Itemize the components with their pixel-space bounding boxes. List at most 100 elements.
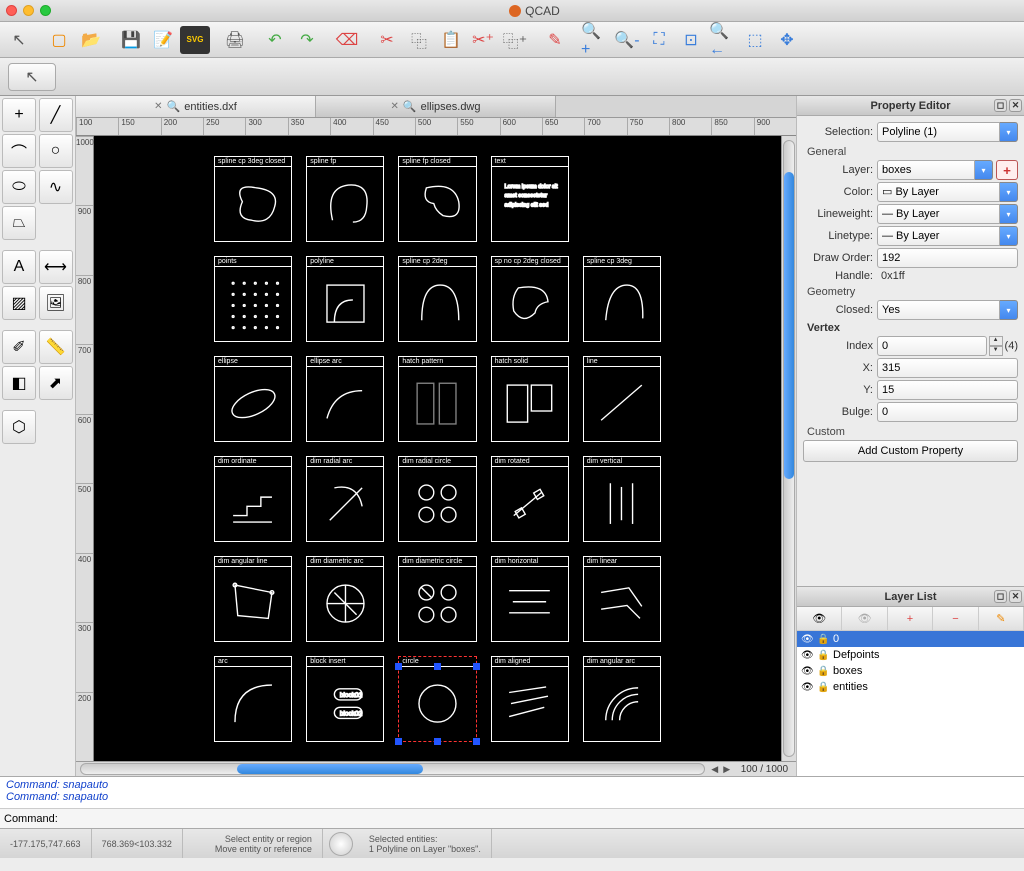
entity-cell[interactable]: ellipse arc	[306, 356, 384, 442]
tab-ellipses[interactable]: ✕ 🔍 ellipses.dwg	[316, 96, 556, 117]
open-file-button[interactable]: 📂	[76, 26, 106, 54]
linetype-select[interactable]: — By Layer	[877, 226, 1000, 246]
window-minimize-button[interactable]	[23, 5, 34, 16]
entity-cell[interactable]: dim vertical	[583, 456, 661, 542]
print-button[interactable]: 🖨	[220, 26, 250, 54]
zoom-previous-button[interactable]: 🔍←	[708, 26, 738, 54]
layer-list[interactable]: 👁🔒0👁🔒Defpoints👁🔒boxes👁🔒entities	[797, 631, 1024, 776]
y-input[interactable]	[877, 380, 1018, 400]
copy-button[interactable]: ⿻	[404, 26, 434, 54]
entity-cell[interactable]: dim radial arc	[306, 456, 384, 542]
lock-icon[interactable]: 🔒	[817, 682, 829, 693]
circle-tool-button[interactable]: ○	[39, 134, 73, 168]
entity-cell[interactable]: sp no cp 2deg closed	[491, 256, 569, 342]
drawing-canvas[interactable]: spline cp 3deg closedspline fpspline fp …	[94, 136, 781, 761]
copy-ref-button[interactable]: ⿻⁺	[500, 26, 530, 54]
lock-icon[interactable]: 🔒	[817, 650, 829, 661]
cut-ref-button[interactable]: ✂⁺	[468, 26, 498, 54]
export-svg-button[interactable]: SVG	[180, 26, 210, 54]
iso-tool-button[interactable]: ⬡	[2, 410, 36, 444]
index-down-button[interactable]: ▼	[989, 346, 1003, 356]
tab-entities[interactable]: ✕ 🔍 entities.dxf	[76, 96, 316, 117]
entity-cell[interactable]: hatch solid	[491, 356, 569, 442]
entity-cell[interactable]: dim angular arc	[583, 656, 661, 742]
layer-hidden-all-button[interactable]: 👁	[842, 607, 887, 630]
entity-cell[interactable]: spline cp 3deg closed	[214, 156, 292, 242]
entity-cell[interactable]: dim diametric circle	[398, 556, 476, 642]
redo-button[interactable]: ↷	[292, 26, 322, 54]
new-file-button[interactable]: ▢	[44, 26, 74, 54]
layer-row[interactable]: 👁🔒Defpoints	[797, 647, 1024, 663]
entity-cell[interactable]: spline fp closed	[398, 156, 476, 242]
undo-button[interactable]: ↶	[260, 26, 290, 54]
layer-edit-button[interactable]: ✎	[979, 607, 1024, 630]
close-icon[interactable]: ✕	[1009, 590, 1022, 603]
layer-select[interactable]: boxes	[877, 160, 975, 180]
entity-cell[interactable]: points	[214, 256, 292, 342]
entity-cell[interactable]: ellipse	[214, 356, 292, 442]
entity-cell[interactable]: circle	[398, 656, 476, 742]
spline-tool-button[interactable]: ∿	[39, 170, 73, 204]
entity-cell[interactable]: dim rotated	[491, 456, 569, 542]
index-up-button[interactable]: ▲	[989, 336, 1003, 346]
entity-cell[interactable]: dim aligned	[491, 656, 569, 742]
close-icon[interactable]: ✕	[1009, 99, 1022, 112]
layer-add-button[interactable]: +	[888, 607, 933, 630]
lineweight-select[interactable]: — By Layer	[877, 204, 1000, 224]
zoom-selection-button[interactable]: ⊡	[676, 26, 706, 54]
cut-button[interactable]: ✂	[372, 26, 402, 54]
window-maximize-button[interactable]	[40, 5, 51, 16]
layer-row[interactable]: 👁🔒boxes	[797, 663, 1024, 679]
closed-select[interactable]: Yes	[877, 300, 1000, 320]
layer-row[interactable]: 👁🔒entities	[797, 679, 1024, 695]
selection-select[interactable]: Polyline (1)	[877, 122, 1000, 142]
entity-cell[interactable]: spline cp 3deg	[583, 256, 661, 342]
add-layer-button[interactable]: +	[996, 160, 1018, 180]
zoom-out-button[interactable]: 🔍-	[612, 26, 642, 54]
entity-cell[interactable]: spline cp 2deg	[398, 256, 476, 342]
arc-tool-button[interactable]: ⌒	[2, 134, 36, 168]
polyline-tool-button[interactable]: ⏢	[2, 206, 36, 240]
entity-cell[interactable]: arc	[214, 656, 292, 742]
x-input[interactable]	[877, 358, 1018, 378]
entity-cell[interactable]: textLorem ipsum dolor sitamet consectetu…	[491, 156, 569, 242]
horizontal-scrollbar[interactable]: ◀▶ 100 / 1000	[76, 761, 796, 776]
text-tool-button[interactable]: A	[2, 250, 36, 284]
entity-cell[interactable]: dim horizontal	[491, 556, 569, 642]
index-input[interactable]	[877, 336, 987, 356]
erase-button[interactable]: ⌫	[332, 26, 362, 54]
entity-cell[interactable]: polyline	[306, 256, 384, 342]
hatch-tool-button[interactable]: ▨	[2, 286, 36, 320]
draw-order-input[interactable]	[877, 248, 1018, 268]
close-icon[interactable]: ✕	[390, 101, 398, 112]
window-close-button[interactable]	[6, 5, 17, 16]
eye-icon[interactable]: 👁	[801, 666, 813, 677]
lock-icon[interactable]: 🔒	[817, 666, 829, 677]
eye-icon[interactable]: 👁	[801, 634, 813, 645]
entity-cell[interactable]: dim diametric arc	[306, 556, 384, 642]
color-select[interactable]: ▭ By Layer	[877, 182, 1000, 202]
line-tool-button[interactable]: ╱	[39, 98, 73, 132]
entity-cell[interactable]: line	[583, 356, 661, 442]
zoom-auto-button[interactable]: ⛶	[644, 26, 674, 54]
pan-button[interactable]: ✥	[772, 26, 802, 54]
entity-cell[interactable]: dim angular line	[214, 556, 292, 642]
zoom-window-button[interactable]: ⬚	[740, 26, 770, 54]
save-button[interactable]: 💾	[116, 26, 146, 54]
layer-row[interactable]: 👁🔒0	[797, 631, 1024, 647]
point-tool-button[interactable]: +	[2, 98, 36, 132]
image-tool-button[interactable]: 🖼	[39, 286, 73, 320]
add-custom-property-button[interactable]: Add Custom Property	[803, 440, 1018, 462]
select-tool-button[interactable]: ⬈	[39, 366, 73, 400]
save-as-button[interactable]: 📝	[148, 26, 178, 54]
entity-cell[interactable]: hatch pattern	[398, 356, 476, 442]
measure-tool-button[interactable]: 📏	[39, 330, 73, 364]
layer-remove-button[interactable]: −	[933, 607, 978, 630]
entity-cell[interactable]: dim linear	[583, 556, 661, 642]
lock-icon[interactable]: 🔒	[817, 634, 829, 645]
bulge-input[interactable]	[877, 402, 1018, 422]
undock-icon[interactable]: ◻	[994, 99, 1007, 112]
pointer-tool-button[interactable]: ↖	[4, 26, 34, 54]
close-icon[interactable]: ✕	[154, 101, 162, 112]
entity-cell[interactable]: dim ordinate	[214, 456, 292, 542]
